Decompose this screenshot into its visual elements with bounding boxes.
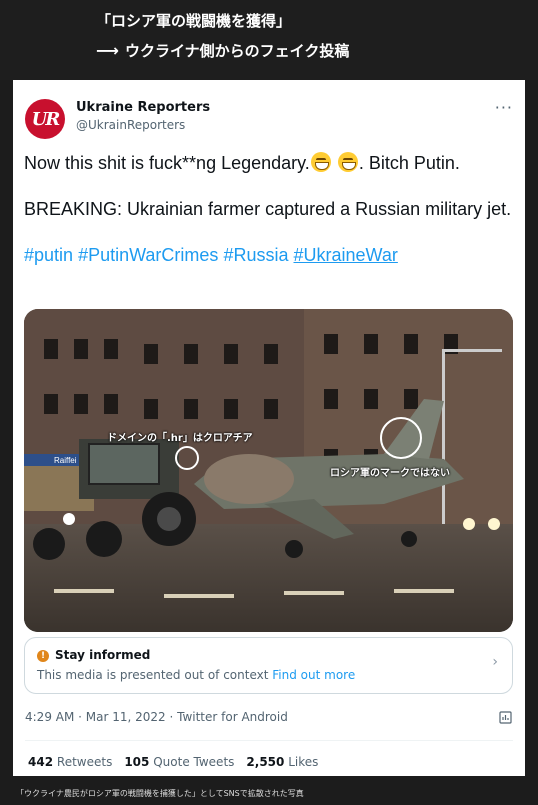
notice-title: Stay informed [55, 648, 151, 662]
banner-headline: 「ロシア軍の戦闘機を獲得」 [96, 12, 292, 30]
display-name[interactable]: Ukraine Reporters [76, 100, 210, 115]
shop-sign: Raiffei [54, 456, 77, 465]
tweet-stats: 442 Retweets 105 Quote Tweets 2,550 Like… [28, 755, 318, 769]
tweet-photo[interactable]: Raiffei ドメインの「.hr」はクロアチア ロシア軍のマークではない [24, 309, 513, 632]
tweet-timestamp[interactable]: 4:29 AM · Mar 11, 2022 · Twitter for And… [25, 710, 288, 724]
tweet-line-1-tail: . Bitch Putin. [358, 153, 460, 173]
annotation-domain: ドメインの「.hr」はクロアチア [107, 433, 253, 444]
context-notice[interactable]: ! Stay informed This media is presented … [24, 637, 513, 694]
annotation-mark: ロシア軍のマークではない [330, 468, 450, 479]
hashtag-link[interactable]: #putin [24, 245, 73, 265]
retweets-count: 442 [28, 755, 54, 769]
hashtag-link[interactable]: #PutinWarCrimes [78, 245, 218, 265]
quotes-label: Quote Tweets [153, 755, 235, 769]
hashtag-link[interactable]: #UkraineWar [294, 245, 398, 265]
likes-count: 2,550 [246, 755, 285, 769]
quotes-stat[interactable]: 105 Quote Tweets [124, 755, 234, 769]
grinning-emoji-icon [337, 152, 358, 172]
tweet-text: Now this shit is fuck**ng Legendary. . B… [24, 152, 516, 290]
more-icon[interactable]: ··· [495, 98, 513, 117]
notice-body: This media is presented out of context F… [37, 668, 355, 682]
tweet-line-1-text: Now this shit is fuck**ng Legendary. [24, 153, 310, 173]
banner-subheadline-text: ウクライナ側からのフェイク投稿 [124, 42, 350, 60]
likes-stat[interactable]: 2,550 Likes [246, 755, 318, 769]
avatar[interactable]: UR [25, 99, 65, 139]
hashtag-link[interactable]: #Russia [223, 245, 288, 265]
article-banner: 「ロシア軍の戦闘機を獲得」 ⟶ ウクライナ側からのフェイク投稿 [0, 0, 538, 80]
retweets-stat[interactable]: 442 Retweets [28, 755, 112, 769]
analytics-icon[interactable] [499, 710, 513, 724]
arrow-icon: ⟶ [96, 41, 119, 60]
likes-label: Likes [288, 755, 319, 769]
retweets-label: Retweets [56, 755, 113, 769]
user-handle[interactable]: @UkrainReporters [76, 118, 185, 132]
quotes-count: 105 [124, 755, 150, 769]
tweet-line-2: BREAKING: Ukrainian farmer captured a Ru… [24, 199, 512, 219]
photo-caption: 「ウクライナ農民がロシア軍の戦闘機を捕獲した」としてSNSで拡散された写真 [16, 789, 304, 798]
divider [25, 740, 513, 741]
chevron-right-icon: › [492, 654, 498, 670]
grinning-emoji-icon [310, 152, 331, 172]
tweet-line-1: Now this shit is fuck**ng Legendary. . B… [24, 152, 516, 175]
alert-icon: ! [37, 650, 49, 662]
avatar-logo-text: UR [31, 108, 61, 130]
find-out-more-link[interactable]: Find out more [272, 668, 355, 682]
hashtags: #putin #PutinWarCrimes #Russia #UkraineW… [24, 244, 516, 267]
notice-body-text: This media is presented out of context [37, 668, 269, 682]
banner-subheadline: ⟶ ウクライナ側からのフェイク投稿 [96, 40, 349, 61]
tweet-card: UR Ukraine Reporters @UkrainReporters ··… [13, 80, 525, 776]
